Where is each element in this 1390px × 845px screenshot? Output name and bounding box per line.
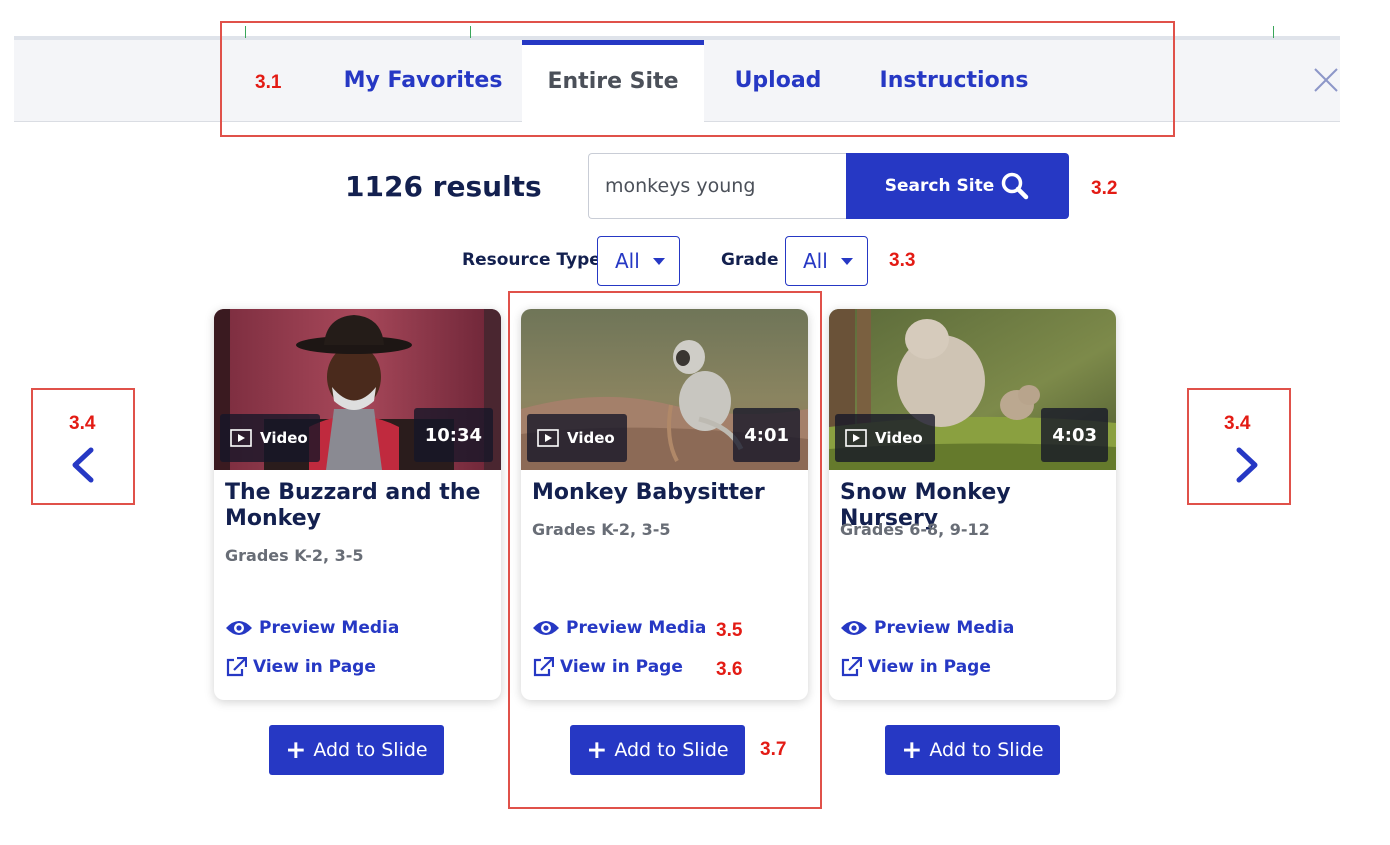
card-grades: Grades 6-8, 9-12 [840, 520, 990, 539]
search-input[interactable] [588, 153, 846, 219]
chevron-down-icon [652, 257, 665, 265]
card-title: The Buzzard and the Monkey [225, 480, 481, 531]
chevron-down-icon [840, 257, 853, 265]
view-in-page-link[interactable]: View in Page [840, 657, 991, 677]
grade-label: Grade [721, 250, 779, 270]
divider-tick [1273, 26, 1274, 38]
search-button-label: Search Site [884, 176, 995, 196]
resource-type-label: Resource Type [462, 250, 601, 270]
external-link-icon [226, 657, 247, 677]
card-grades: Grades K-2, 3-5 [225, 546, 364, 565]
view-in-page-label: View in Page [868, 657, 991, 677]
annotation-box [31, 388, 135, 505]
grade-value: All [803, 249, 828, 273]
media-card: Video 4:03 Snow Monkey Nursery Grades 6-… [829, 309, 1116, 700]
play-icon [845, 429, 867, 447]
annotation-box [220, 21, 1175, 137]
plus-icon: + [285, 735, 307, 764]
search-icon [1001, 172, 1029, 200]
add-to-slide-label: Add to Slide [313, 739, 428, 761]
resource-type-value: All [615, 249, 640, 273]
add-to-slide-label: Add to Slide [929, 739, 1044, 761]
annotation-label: 3.7 [760, 739, 787, 760]
media-type: Video [875, 429, 923, 447]
annotation-label: 3.2 [1091, 178, 1118, 199]
play-icon [230, 429, 252, 447]
video-badge: Video [835, 414, 935, 462]
results-count: 1126 results [345, 170, 542, 203]
external-link-icon [841, 657, 862, 677]
video-badge: Video [220, 414, 320, 462]
resource-type-select[interactable]: All [597, 236, 680, 286]
preview-media-label: Preview Media [259, 618, 400, 638]
annotation-label: 3.5 [716, 620, 743, 641]
annotation-label: 3.4 [1224, 413, 1251, 434]
close-icon[interactable] [1313, 67, 1339, 93]
view-in-page-label: View in Page [253, 657, 376, 677]
duration-badge: 10:34 [413, 408, 493, 462]
preview-media-label: Preview Media [874, 618, 1015, 638]
annotation-label: 3.4 [69, 413, 96, 434]
grade-select[interactable]: All [785, 236, 868, 286]
annotation-label: 3.1 [255, 72, 282, 93]
annotation-box [1187, 388, 1291, 505]
annotation-box [508, 291, 822, 809]
preview-media-link[interactable]: Preview Media [840, 618, 1014, 638]
video-thumbnail[interactable]: Video 4:03 [829, 309, 1116, 470]
media-card: Video 10:34 The Buzzard and the Monkey G… [214, 309, 501, 700]
view-in-page-link[interactable]: View in Page [225, 657, 376, 677]
add-to-slide-button[interactable]: + Add to Slide [269, 725, 444, 775]
media-type: Video [260, 429, 308, 447]
eye-icon [841, 621, 867, 635]
eye-icon [226, 621, 252, 635]
video-thumbnail[interactable]: Video 10:34 [214, 309, 501, 470]
search-site-button[interactable]: Search Site [846, 153, 1069, 219]
annotation-label: 3.6 [716, 659, 743, 680]
add-to-slide-button[interactable]: + Add to Slide [885, 725, 1060, 775]
plus-icon: + [901, 735, 923, 764]
duration-badge: 4:03 [1041, 408, 1108, 462]
preview-media-link[interactable]: Preview Media [225, 618, 399, 638]
annotation-label: 3.3 [889, 250, 916, 271]
